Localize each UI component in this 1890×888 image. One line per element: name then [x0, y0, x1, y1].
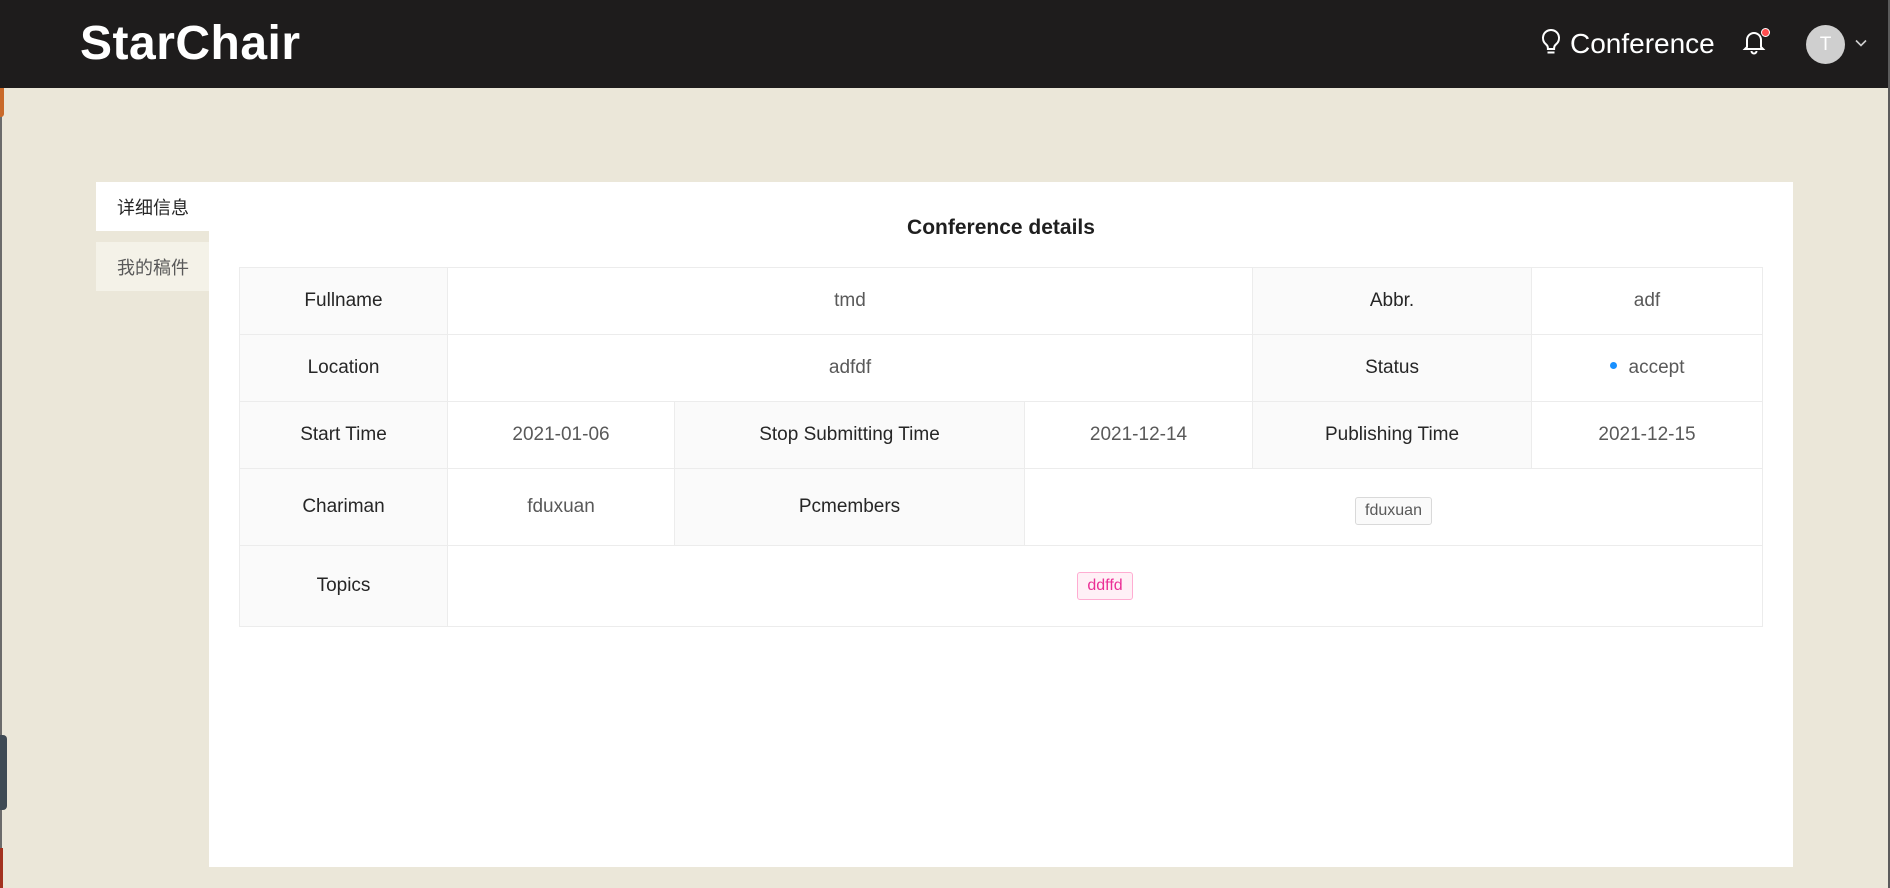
status-cell: accept	[1531, 334, 1764, 402]
pcmembers-cell: fduxuan	[1023, 468, 1764, 546]
start-time-value: 2021-01-06	[447, 401, 675, 469]
top-header: StarChair Conference T	[0, 0, 1888, 88]
tab-my-papers[interactable]: 我的稿件	[96, 242, 209, 291]
publishing-time-value: 2021-12-15	[1531, 401, 1764, 469]
conference-nav-label: Conference	[1570, 28, 1715, 59]
left-edge-marker	[0, 848, 3, 888]
abbr-value: adf	[1531, 267, 1764, 335]
panel-title: Conference details	[907, 216, 1095, 239]
conference-details-table: Fullname tmd Abbr. adf Location adfdf St…	[239, 267, 1764, 627]
location-label: Location	[239, 334, 448, 402]
bell-icon	[1742, 32, 1766, 60]
table-row: Start Time 2021-01-06 Stop Submitting Ti…	[239, 401, 1764, 469]
status-dot-icon	[1609, 362, 1617, 370]
pcmembers-label: Pcmembers	[674, 468, 1025, 546]
lightbulb-icon	[1540, 28, 1562, 61]
notification-button[interactable]	[1742, 28, 1770, 60]
left-edge-scroll-handle[interactable]	[0, 735, 7, 810]
app-logo[interactable]: StarChair	[80, 16, 301, 71]
tab-details[interactable]: 详细信息	[96, 182, 209, 231]
pcmember-tag: fduxuan	[1355, 497, 1432, 525]
stop-submitting-value: 2021-12-14	[1023, 401, 1254, 469]
details-panel: Conference details Fullname tmd Abbr. ad…	[209, 182, 1793, 867]
abbr-label: Abbr.	[1252, 267, 1533, 335]
user-avatar[interactable]: T	[1806, 25, 1845, 64]
topics-cell: ddffd	[446, 545, 1764, 627]
window-left-edge	[0, 0, 7, 888]
table-row: Chariman fduxuan Pcmembers fduxuan	[239, 468, 1764, 546]
topic-tag: ddffd	[1077, 572, 1133, 600]
publishing-time-label: Publishing Time	[1252, 401, 1533, 469]
fullname-value: tmd	[446, 267, 1254, 335]
fullname-label: Fullname	[239, 267, 448, 335]
status-label: Status	[1252, 334, 1533, 402]
location-value: adfdf	[446, 334, 1254, 402]
stop-submitting-label: Stop Submitting Time	[674, 401, 1025, 469]
notification-badge-dot	[1761, 28, 1770, 37]
topics-label: Topics	[239, 545, 448, 627]
table-row: Fullname tmd Abbr. adf	[239, 267, 1764, 335]
side-tab-list: 详细信息 我的稿件	[96, 182, 209, 291]
chevron-down-icon[interactable]	[1854, 36, 1868, 50]
status-value: accept	[1628, 357, 1685, 378]
chairman-value: fduxuan	[447, 468, 675, 546]
chairman-label: Chariman	[239, 468, 448, 546]
start-time-label: Start Time	[239, 401, 448, 469]
table-row: Topics ddffd	[239, 545, 1764, 627]
conference-nav-link[interactable]: Conference	[1540, 24, 1715, 64]
table-row: Location adfdf Status accept	[239, 334, 1764, 402]
